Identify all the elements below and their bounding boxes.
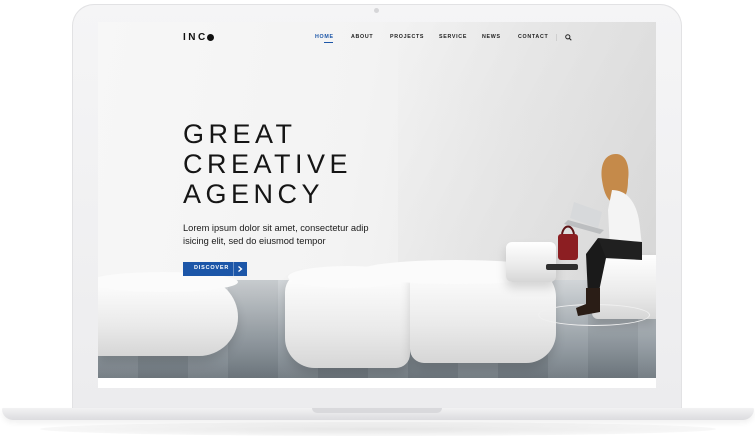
person-with-laptop [546, 154, 642, 316]
discover-button-divider [233, 262, 234, 276]
chevron-right-icon [238, 266, 243, 272]
discover-button[interactable]: DISCOVER [183, 262, 247, 276]
screen-footer-strip [98, 378, 656, 388]
laptop-shadow [40, 422, 716, 436]
logo-text[interactable]: INC [183, 32, 208, 43]
hero-title: GREAT CREATIVE AGENCY [183, 119, 353, 209]
nav-item-about[interactable]: ABOUT [351, 34, 373, 40]
logo-dot [207, 34, 214, 41]
hero-image [98, 22, 656, 378]
top-navigation: INC HOME ABOUT PROJECTS SERVICE NEWS CON… [98, 22, 656, 58]
nav-divider [556, 34, 557, 41]
discover-button-label: DISCOVER [194, 265, 230, 271]
laptop-notch [312, 408, 442, 413]
nav-item-contact[interactable]: CONTACT [518, 34, 548, 40]
nav-item-home[interactable]: HOME [315, 34, 334, 40]
nav-active-indicator [324, 42, 333, 43]
search-icon[interactable] [565, 34, 572, 41]
camera-icon [374, 8, 379, 13]
nav-item-projects[interactable]: PROJECTS [390, 34, 424, 40]
nav-item-news[interactable]: NEWS [482, 34, 501, 40]
hero-subtitle: Lorem ipsum dolor sit amet, consectetur … [183, 223, 369, 246]
website-screen: INC HOME ABOUT PROJECTS SERVICE NEWS CON… [98, 22, 656, 388]
nav-item-service[interactable]: SERVICE [439, 34, 467, 40]
